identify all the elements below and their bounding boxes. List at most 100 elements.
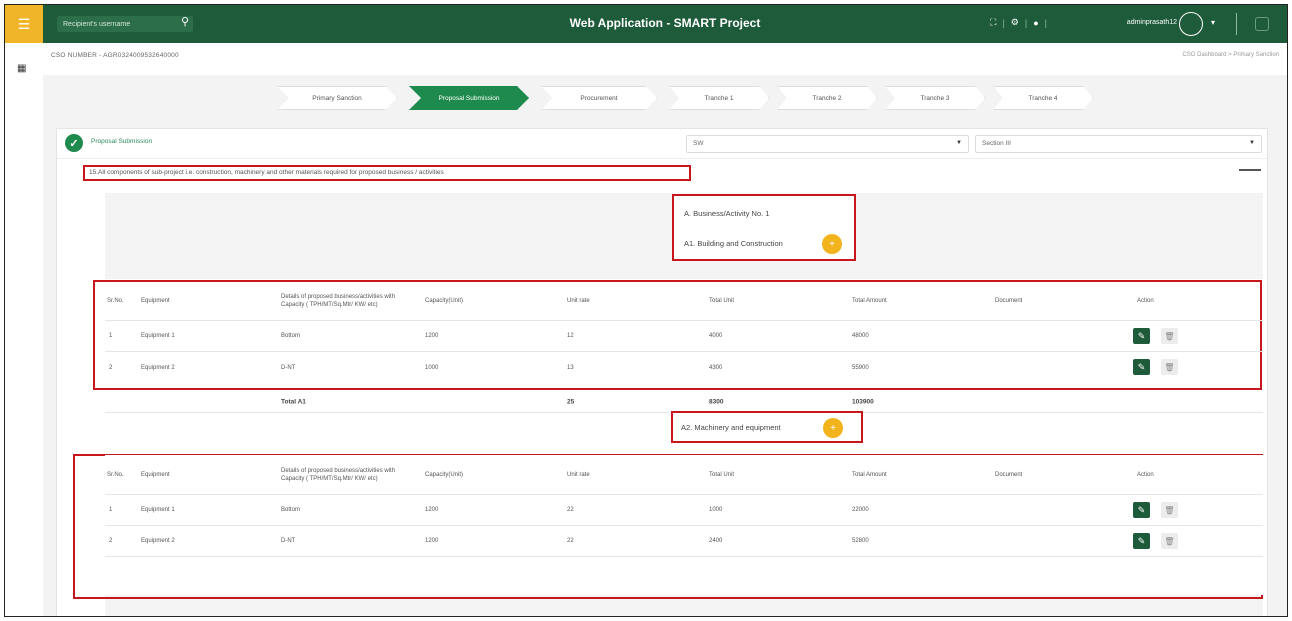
table-header-row: Sr.No. Equipment Details of proposed bus… [105,281,1263,321]
delete-icon[interactable]: 🗑 [1161,328,1178,344]
section-select[interactable]: Section III ▼ [975,135,1262,153]
add-a1-button[interactable]: + [822,234,842,254]
step-procurement[interactable]: Procurement [541,86,657,110]
total-a1-unit-rate: 25 [567,398,575,405]
chevron-down-icon: ▼ [956,140,962,146]
header-unit-rate: Unit rate [567,471,590,478]
table-row: 2 Equipment 2 D-NT 1200 22 2400 52800 ✎ … [105,526,1263,557]
cell-srno: 2 [109,538,113,544]
table-row: 2 Equipment 2 D-NT 1000 13 4300 55900 ✎ … [105,352,1263,383]
delete-icon[interactable]: 🗑 [1161,359,1178,375]
edit-icon[interactable]: ✎ [1133,533,1150,549]
cell-total-unit: 4300 [709,364,723,371]
breadcrumb[interactable]: CSO Dashboard > Primary Sanction [1182,52,1279,58]
edit-icon[interactable]: ✎ [1133,359,1150,375]
edit-icon[interactable]: ✎ [1133,328,1150,344]
user-name[interactable]: adminprasath12 [1127,19,1177,26]
divider: | [1044,17,1047,28]
grid-icon[interactable]: ▦ [17,63,26,74]
edit-icon[interactable]: ✎ [1133,502,1150,518]
divider [1236,13,1237,35]
header-srno: Sr.No. [107,297,124,304]
cell-equipment: Equipment 2 [141,364,175,371]
header-action: Action [1137,297,1154,304]
cell-capacity: 1200 [425,538,439,544]
cell-total-unit: 1000 [709,507,723,513]
cell-capacity: 1000 [425,364,439,371]
total-a1-total-amount: 103900 [852,398,874,405]
section-select-value: Section III [982,140,1011,147]
header-details: Details of proposed business/activities … [281,293,396,308]
cell-capacity: 1200 [425,333,439,339]
table-row: 1 Equipment 1 Bottom 1200 12 4000 48000 … [105,321,1263,352]
main-content: Primary Sanction Proposal Submission Pro… [43,75,1287,616]
header-total-amount: Total Amount [852,471,887,478]
divider: | [1002,17,1005,28]
cell-equipment: Equipment 1 [141,333,175,339]
cell-details: D-NT [281,538,296,544]
step-tranche-1[interactable]: Tranche 1 [669,86,769,110]
cell-total-amount: 22000 [852,507,869,513]
cell-total-amount: 55900 [852,364,869,371]
total-a1-label: Total A1 [281,398,306,405]
step-tranche-2[interactable]: Tranche 2 [777,86,877,110]
left-rail: ☰ ▦ [5,5,43,616]
chevron-down-icon: ▼ [1249,140,1255,146]
delete-icon[interactable]: 🗑 [1161,533,1178,549]
app-title: Web Application - SMART Project [569,16,761,30]
cell-srno: 1 [109,333,113,339]
fullscreen-icon[interactable]: ⛶ [990,17,996,28]
header-action: Action [1137,471,1154,478]
question-label: 15.All components of sub-project i.e. co… [83,165,691,181]
settings-icon[interactable]: ⚙ [1011,17,1019,28]
header-details: Details of proposed business/activities … [281,467,396,482]
chevron-down-icon[interactable]: ▾ [1211,18,1215,27]
cso-number: CSO NUMBER - AGR0324009532640000 [51,52,179,59]
collapse-icon[interactable] [1239,169,1261,171]
cell-unit-rate: 12 [567,333,574,339]
table-a2: Sr.No. Equipment Details of proposed bus… [105,455,1263,595]
cell-unit-rate: 22 [567,538,574,544]
notification-icon[interactable]: ● [1033,18,1038,28]
table-row: 1 Equipment 1 Bottom 1200 22 1000 22000 … [105,495,1263,526]
cell-equipment: Equipment 1 [141,507,175,513]
top-bar: Recipient's username ⚲ Web Application -… [43,5,1287,43]
divider: | [1024,17,1028,28]
cell-details: Bottom [281,507,301,513]
cell-total-unit: 2400 [709,538,723,544]
hamburger-menu-icon[interactable]: ☰ [5,5,43,43]
add-a2-button[interactable]: + [823,418,843,438]
cell-srno: 2 [109,364,113,371]
total-a1-row: Total A1 25 8300 103900 [105,391,1263,413]
cell-srno: 1 [109,507,113,513]
stepper: Primary Sanction Proposal Submission Pro… [277,86,1107,110]
scheme-select-value: SW [693,140,704,147]
header-equipment: Equipment [141,471,170,478]
cell-equipment: Equipment 2 [141,538,175,544]
header-capacity: Capacity(Unit) [425,471,464,478]
step-proposal-submission[interactable]: Proposal Submission [409,86,529,110]
a1-section-title: A1. Building and Construction [684,239,783,248]
step-tranche-3[interactable]: Tranche 3 [885,86,985,110]
app-frame: ☰ ▦ Recipient's username ⚲ Web Applicati… [4,4,1288,617]
cell-details: D-NT [281,364,296,371]
section-header: ✓ Proposal Submission SW ▼ Section III ▼ [57,129,1267,159]
delete-icon[interactable]: 🗑 [1161,502,1178,518]
header-document: Document [995,297,1023,304]
top-icons: ⛶ | ⚙ | ● | [990,17,1047,28]
step-primary-sanction[interactable]: Primary Sanction [277,86,397,110]
proposal-card: ✓ Proposal Submission SW ▼ Section III ▼… [56,128,1268,616]
avatar[interactable] [1179,12,1203,36]
table-a1: Sr.No. Equipment Details of proposed bus… [105,281,1263,387]
header-capacity: Capacity(Unit) [425,297,464,304]
cell-details: Bottom [281,333,301,339]
logout-icon[interactable] [1255,17,1269,31]
cell-total-amount: 48000 [852,333,869,339]
business-activity-box: A. Business/Activity No. 1 A1. Building … [672,194,856,261]
business-activity-title: A. Business/Activity No. 1 [684,209,770,218]
a2-section-title: A2. Machinery and equipment [681,423,781,432]
step-tranche-4[interactable]: Tranche 4 [993,86,1093,110]
scheme-select[interactable]: SW ▼ [686,135,969,153]
section-title[interactable]: Proposal Submission [91,138,152,145]
header-total-unit: Total Unit [709,471,735,478]
